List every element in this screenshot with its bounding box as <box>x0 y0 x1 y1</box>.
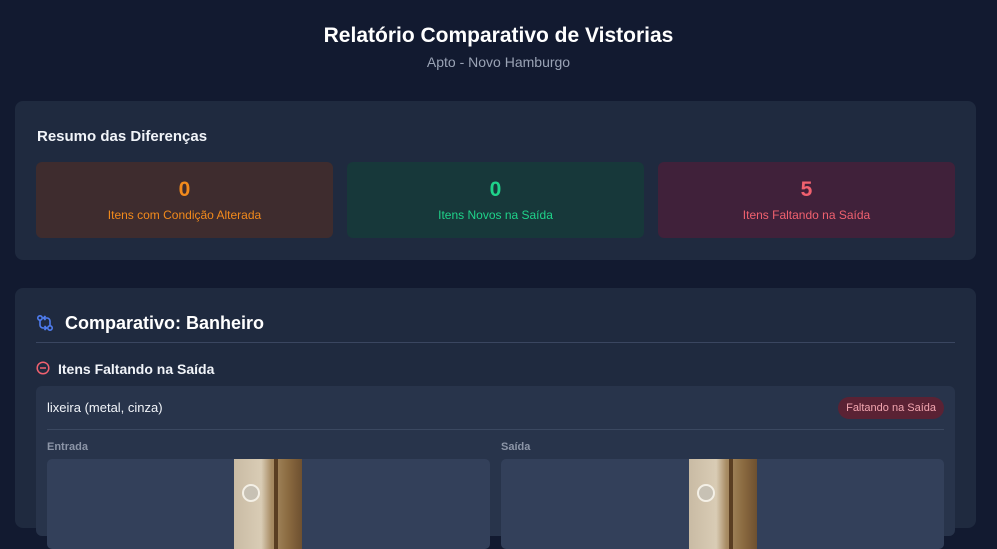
exit-label: Saída <box>501 441 531 453</box>
stat-missing-value: 5 <box>800 178 813 201</box>
summary-title: Resumo das Diferenças <box>37 128 208 145</box>
stat-missing-label: Itens Faltando na Saída <box>742 208 871 222</box>
item-name: lixeira (metal, cinza) <box>47 400 163 415</box>
compare-arrows-icon <box>36 314 54 332</box>
entry-photo-container <box>47 459 490 549</box>
list-item: lixeira (metal, cinza) Faltando na Saída… <box>36 386 955 549</box>
mirror-shape <box>242 484 260 502</box>
stat-new-value: 0 <box>489 178 502 201</box>
minus-circle-icon <box>36 361 50 375</box>
stat-changed-items: 0 Itens com Condição Alterada <box>36 162 333 238</box>
section-title-missing: Itens Faltando na Saída <box>58 361 215 377</box>
page-title: Relatório Comparativo de Vistorias <box>323 24 674 47</box>
entry-photo[interactable] <box>234 459 302 549</box>
stat-new-label: Itens Novos na Saída <box>438 208 553 222</box>
comparison-title: Comparativo: Banheiro <box>65 313 265 333</box>
stat-changed-label: Itens com Condição Alterada <box>107 208 262 222</box>
entry-label: Entrada <box>47 441 88 453</box>
exit-photo-container <box>501 459 944 549</box>
stat-new-items: 0 Itens Novos na Saída <box>347 162 644 238</box>
photo-detail <box>729 459 733 549</box>
exit-photo[interactable] <box>689 459 757 549</box>
divider <box>36 342 955 343</box>
divider <box>47 429 944 430</box>
status-badge: Faltando na Saída <box>838 397 944 419</box>
comparison-card: Comparativo: Banheiro Itens Faltando na … <box>15 288 976 549</box>
stat-missing-items: 5 Itens Faltando na Saída <box>658 162 955 238</box>
mirror-shape <box>697 484 715 502</box>
stat-changed-value: 0 <box>178 178 191 201</box>
summary-card: Resumo das Diferenças 0 Itens com Condiç… <box>15 101 976 260</box>
page-subtitle: Apto - Novo Hamburgo <box>426 54 571 70</box>
photo-detail <box>274 459 278 549</box>
